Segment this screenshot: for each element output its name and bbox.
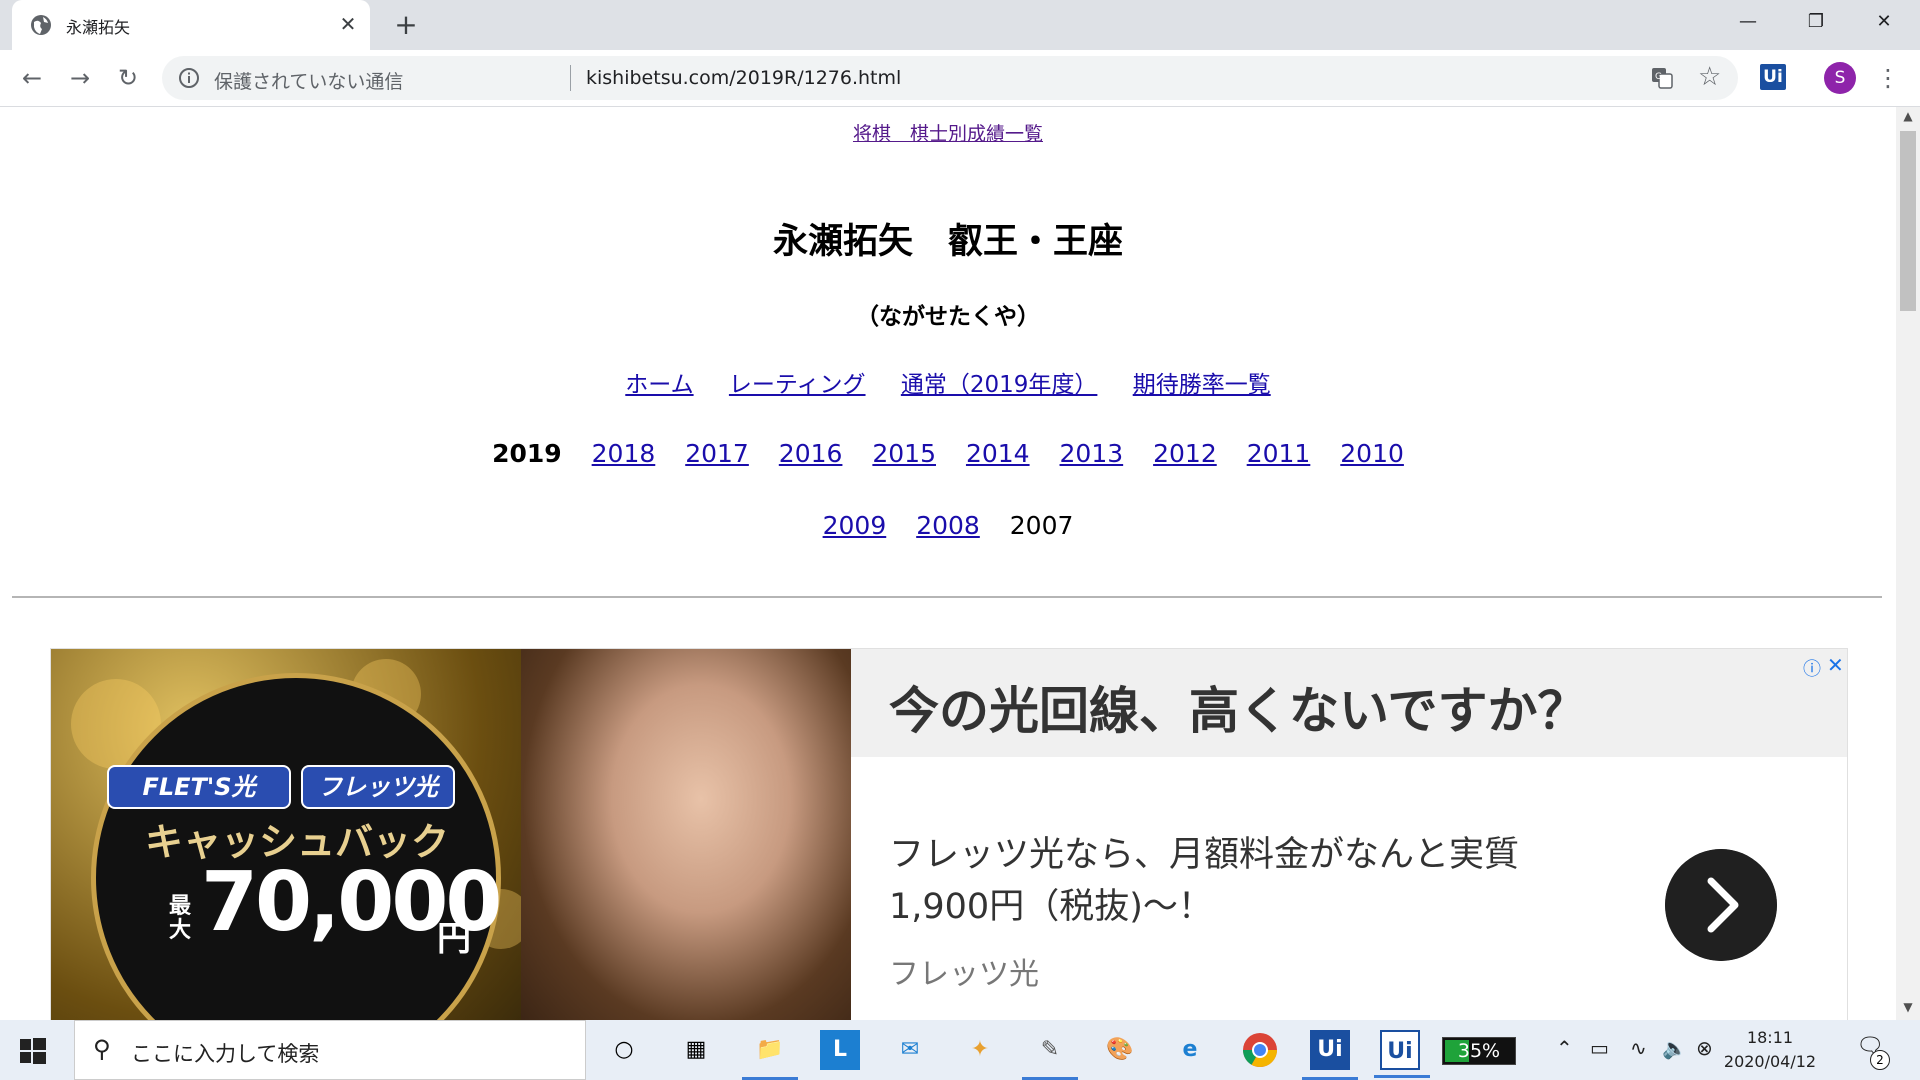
clock-time: 18:11 — [1746, 1028, 1794, 1047]
ad-body[interactable]: フレッツ光なら、月額料金がなんと実質 1,900円（税抜)～！ — [889, 829, 1589, 933]
battery-icon[interactable]: ▭ — [1590, 1036, 1609, 1060]
taskbar-search-placeholder[interactable]: ここに入力して検索 — [131, 1038, 319, 1068]
ad-body-line1: フレッツ光なら、月額料金がなんと実質 — [889, 835, 1520, 875]
chrome-icon[interactable] — [1240, 1030, 1280, 1070]
ad-close-icon[interactable]: ✕ — [1827, 653, 1844, 677]
year-link[interactable]: 2009 — [823, 511, 887, 540]
forward-arrow-icon[interactable]: → — [64, 62, 96, 94]
globe-icon — [31, 15, 51, 35]
year-link[interactable]: 2010 — [1340, 439, 1404, 468]
browser-tab[interactable]: 永瀬拓矢 ✕ — [12, 0, 370, 50]
uipath-robot-icon[interactable]: Ui — [1374, 1030, 1430, 1078]
uipath-studio-icon[interactable]: Ui — [1302, 1030, 1358, 1080]
nav-home-link[interactable]: ホーム — [625, 372, 693, 398]
profile-avatar[interactable]: S — [1824, 62, 1856, 94]
cortana-icon[interactable]: ○ — [604, 1030, 644, 1070]
url-text[interactable]: kishibetsu.com/2019R/1276.html — [586, 67, 901, 89]
nav-links: ホーム レーティング 通常（2019年度） 期待勝率一覧 — [0, 365, 1896, 399]
scroll-down-arrow-icon[interactable]: ▼ — [1896, 1000, 1920, 1020]
wifi-icon[interactable]: ∿ — [1630, 1036, 1647, 1060]
clock-date: 2020/04/12 — [1723, 1052, 1817, 1071]
top-site-link[interactable]: 将棋 棋士別成績一覧 — [853, 123, 1043, 145]
horizontal-rule — [12, 596, 1882, 598]
tab-title: 永瀬拓矢 — [66, 18, 131, 37]
ime-off-icon[interactable]: ⊗ — [1696, 1036, 1713, 1060]
year-link[interactable]: 2012 — [1153, 439, 1217, 468]
ad-headline-bar[interactable]: 今の光回線、高くないですか？ — [851, 649, 1847, 757]
player-reading: （ながせたくや） — [856, 304, 1040, 330]
paint-icon[interactable]: 🎨 — [1100, 1030, 1140, 1070]
year-text: 2007 — [1009, 511, 1074, 540]
nav-rating-link[interactable]: レーティング — [729, 372, 866, 398]
ad-model-photo — [521, 649, 851, 1020]
mail-icon[interactable]: ✉ — [890, 1030, 930, 1070]
search-icon: ⚲ — [93, 1035, 111, 1063]
omnibox-divider — [570, 65, 571, 91]
page-viewport: 将棋 棋士別成績一覧 永瀬拓矢 叡王・王座 （ながせたくや） ホーム レーティン… — [0, 107, 1896, 1020]
chevron-up-icon[interactable]: ⌃ — [1556, 1036, 1573, 1060]
volume-muted-icon[interactable]: 🔈 — [1662, 1036, 1687, 1060]
scroll-up-arrow-icon[interactable]: ▲ — [1896, 109, 1920, 129]
ad-max-label: 最大 — [169, 894, 192, 943]
year-link[interactable]: 2015 — [872, 439, 936, 468]
notification-count: 2 — [1870, 1050, 1890, 1070]
player-heading: 永瀬拓矢 叡王・王座 — [772, 222, 1123, 262]
window-close-icon[interactable]: ✕ — [1858, 6, 1910, 38]
ad-yen: 円 — [437, 919, 471, 959]
info-icon[interactable] — [178, 67, 200, 89]
browser-toolbar: ← → ↻ 保護されていない通信 kishibetsu.com/2019R/12… — [0, 50, 1920, 107]
year-current: 2019 — [492, 439, 562, 468]
nav-normal-link[interactable]: 通常（2019年度） — [901, 372, 1098, 398]
year-link[interactable]: 2017 — [685, 439, 749, 468]
year-link[interactable]: 2011 — [1247, 439, 1311, 468]
year-link[interactable]: 2018 — [592, 439, 656, 468]
translate-icon[interactable]: G — [1650, 66, 1674, 90]
restore-icon[interactable]: ❐ — [1790, 6, 1842, 38]
tab-strip: 永瀬拓矢 ✕ + — ❐ ✕ — [0, 0, 1920, 50]
task-view-icon[interactable]: ▦ — [676, 1030, 716, 1070]
year-link[interactable]: 2014 — [966, 439, 1030, 468]
windows-taskbar: ⚲ ここに入力して検索 ○ ▦ 📁 L ✉ ✦ ✎ 🎨 e Ui Ui 35% … — [0, 1020, 1920, 1080]
l-app-icon[interactable]: L — [820, 1030, 860, 1070]
close-tab-icon[interactable]: ✕ — [334, 10, 362, 38]
ad-pill-flets-jp: フレッツ光 — [301, 765, 455, 809]
year-link[interactable]: 2008 — [916, 511, 980, 540]
year-links-row-1: 2019 2018 2017 2016 2015 2014 2013 2012 … — [0, 439, 1896, 468]
ad-headline[interactable]: 今の光回線、高くないですか？ — [889, 671, 1588, 743]
ad-image[interactable]: FLET'S光 フレッツ光 キャッシュバック 最大 70,000 円 — [51, 649, 851, 1020]
year-link[interactable]: 2016 — [779, 439, 843, 468]
top-link-row: 将棋 棋士別成績一覧 — [0, 119, 1896, 146]
chevron-right-icon[interactable] — [1665, 849, 1777, 961]
scrollbar-thumb[interactable] — [1900, 131, 1916, 311]
file-explorer-icon[interactable]: 📁 — [742, 1030, 798, 1080]
vertical-scrollbar[interactable]: ▲ ▼ — [1896, 107, 1920, 1020]
ad-body-line2: 1,900円（税抜)～！ — [889, 887, 1213, 927]
svg-text:G: G — [1655, 72, 1662, 82]
windows-start-icon[interactable] — [20, 1038, 46, 1064]
battery-app-percent: 35% — [1457, 1040, 1501, 1062]
nav-expected-winrate-link[interactable]: 期待勝率一覧 — [1133, 372, 1271, 398]
uipath-extension-icon[interactable]: Ui — [1760, 64, 1786, 90]
address-bar[interactable]: 保護されていない通信 kishibetsu.com/2019R/1276.htm… — [162, 56, 1738, 100]
reload-icon[interactable]: ↻ — [112, 62, 144, 94]
security-label[interactable]: 保護されていない通信 — [214, 67, 403, 94]
taskbar-clock[interactable]: 18:11 2020/04/12 — [1722, 1026, 1818, 1074]
minimize-icon[interactable]: — — [1722, 6, 1774, 38]
new-tab-button[interactable]: + — [390, 10, 422, 42]
year-links-row-2: 2009 2008 2007 — [0, 511, 1896, 540]
ad-info-icon[interactable]: ⓘ — [1803, 655, 1821, 681]
kebab-menu-icon[interactable]: ⋮ — [1876, 62, 1900, 94]
app-bird-icon[interactable]: ✦ — [960, 1030, 1000, 1070]
bookmark-star-icon[interactable]: ☆ — [1698, 62, 1721, 92]
taskbar-search-box[interactable]: ⚲ ここに入力して検索 — [74, 1020, 586, 1080]
ad-pill-flets-en: FLET'S光 — [107, 765, 291, 809]
year-link[interactable]: 2013 — [1060, 439, 1124, 468]
internet-explorer-icon[interactable]: e — [1170, 1030, 1210, 1070]
ad-brand[interactable]: フレッツ光 — [889, 949, 1039, 993]
advertisement[interactable]: FLET'S光 フレッツ光 キャッシュバック 最大 70,000 円 今の光回線… — [50, 648, 1848, 1020]
battery-app-indicator[interactable]: 35% — [1442, 1037, 1516, 1065]
back-arrow-icon[interactable]: ← — [16, 62, 48, 94]
app-editor-icon[interactable]: ✎ — [1022, 1030, 1078, 1080]
